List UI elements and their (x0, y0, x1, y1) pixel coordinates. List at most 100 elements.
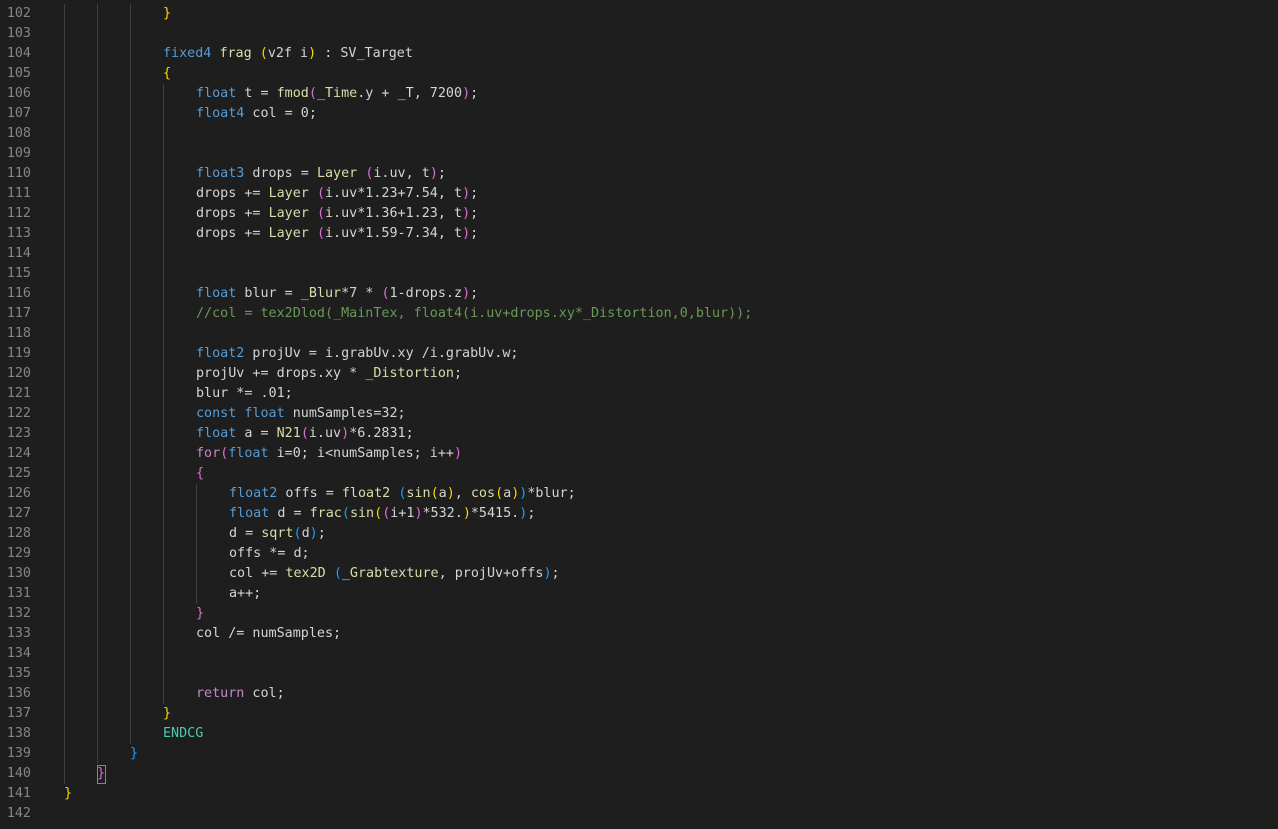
line-number: 128 (6, 526, 31, 541)
code-text: blur *= .01; (196, 384, 293, 404)
code-line[interactable]: 102} (0, 4, 1278, 24)
code-line[interactable]: 139} (0, 744, 1278, 764)
code-token: ( (374, 506, 383, 521)
code-line[interactable]: 121 blur *= .01; (0, 384, 1278, 404)
line-number: 104 (6, 46, 31, 61)
code-text: float3 drops = Layer (i.uv, t); (196, 164, 446, 184)
code-token: cos (470, 486, 496, 501)
code-text: float d = frac(sin((i+1)*532.)*5415.); (229, 504, 535, 524)
line-number: 103 (6, 26, 31, 41)
line-number: 114 (6, 246, 31, 261)
code-line[interactable]: 111 drops += Layer (i.uv*1.23+7.54, t); (0, 184, 1278, 204)
line-number: 126 (6, 486, 31, 501)
code-line[interactable]: 131 a++; (0, 584, 1278, 604)
code-line[interactable]: 106 float t = fmod(_Time.y + _T, 7200); (0, 84, 1278, 104)
code-line[interactable]: 107 float4 col = 0; (0, 104, 1278, 124)
code-token: ) (309, 526, 318, 541)
code-line[interactable]: 119 float2 projUv = i.grabUv.xy /i.grabUv… (0, 344, 1278, 364)
code-line[interactable]: 114 (0, 244, 1278, 264)
code-line[interactable]: 130 col += tex2D (_Grabtexture, projUv+of… (0, 564, 1278, 584)
code-token: tex2D (285, 566, 326, 581)
code-token: drops = (244, 166, 317, 181)
code-line[interactable]: 125 { (0, 464, 1278, 484)
code-token: , projUv+offs (438, 566, 544, 581)
code-line[interactable]: 105 { (0, 64, 1278, 84)
code-line[interactable]: 141} (0, 784, 1278, 804)
code-token: ENDCG (163, 726, 204, 741)
code-line[interactable]: 120 projUv += drops.xy * _Distortion; (0, 364, 1278, 384)
code-line[interactable]: 138 ENDCG (0, 724, 1278, 744)
code-line[interactable]: 132} (0, 604, 1278, 624)
line-number: 130 (6, 566, 31, 581)
code-token: ; (317, 526, 326, 541)
code-line[interactable]: 110 float3 drops = Layer (i.uv, t); (0, 164, 1278, 184)
code-line[interactable]: 115 (0, 264, 1278, 284)
code-line[interactable]: 108 (0, 124, 1278, 144)
line-number: 108 (6, 126, 31, 141)
code-token: blur = (236, 286, 301, 301)
code-token: offs *= d; (229, 546, 310, 561)
line-number: 123 (6, 426, 31, 441)
code-line[interactable]: 117 //col = tex2Dlod(_MainTex, float4(i.u… (0, 304, 1278, 324)
code-token: *6.2831; (349, 426, 414, 441)
code-token: float (244, 406, 285, 421)
code-token: d = (229, 526, 262, 541)
line-number: 140 (6, 766, 31, 781)
code-line[interactable]: 129 offs *= d; (0, 544, 1278, 564)
code-line[interactable]: 104 fixed4 frag (v2f i) : SV_Target (0, 44, 1278, 64)
code-token: fixed4 (163, 46, 212, 61)
code-line[interactable]: 116 float blur = _Blur*7 * (1-drops.z); (0, 284, 1278, 304)
code-text: } (130, 744, 138, 764)
code-token: return (196, 686, 245, 701)
code-token: , 7200 (413, 86, 463, 101)
code-token: a++; (229, 586, 262, 601)
code-token: *blur; (527, 486, 576, 501)
code-line[interactable]: 134 (0, 644, 1278, 664)
code-token: ) (429, 166, 438, 181)
code-line[interactable]: 142 (0, 804, 1278, 824)
code-token: float2 (196, 346, 245, 361)
code-line[interactable]: 140} (0, 764, 1278, 784)
code-line[interactable]: 137} (0, 704, 1278, 724)
code-line[interactable]: 123 float a = N21(i.uv)*6.2831; (0, 424, 1278, 444)
code-token: ; (470, 286, 479, 301)
line-number: 107 (6, 106, 31, 121)
code-token: projUv += drops.xy * (196, 366, 366, 381)
code-token: ( (259, 46, 268, 61)
code-line[interactable]: 127 float d = frac(sin((i+1)*532.)*5415.)… (0, 504, 1278, 524)
code-token: { (196, 466, 205, 481)
code-line[interactable]: 135 (0, 664, 1278, 684)
code-line[interactable]: 109 (0, 144, 1278, 164)
code-token: Layer (268, 186, 309, 201)
code-token: drops += (196, 186, 269, 201)
code-text: } (64, 784, 72, 804)
code-token: } (163, 706, 172, 721)
line-number: 129 (6, 546, 31, 561)
code-token: i+1 (390, 506, 415, 521)
code-token: col += (229, 566, 286, 581)
code-token: Layer (268, 206, 309, 221)
line-number: 136 (6, 686, 31, 701)
code-line[interactable]: 128 d = sqrt(d); (0, 524, 1278, 544)
code-line[interactable]: 103 (0, 24, 1278, 44)
code-line[interactable]: 133 col /= numSamples; (0, 624, 1278, 644)
code-text: float2 projUv = i.grabUv.xy /i.grabUv.w; (196, 344, 518, 364)
code-line[interactable]: 122 const float numSamples=32; (0, 404, 1278, 424)
code-token: ; (437, 166, 446, 181)
code-line[interactable]: 113 drops += Layer (i.uv*1.59-7.34, t); (0, 224, 1278, 244)
code-line[interactable]: 118 (0, 324, 1278, 344)
code-text: offs *= d; (229, 544, 310, 564)
code-line[interactable]: 112 drops += Layer (i.uv*1.36+1.23, t); (0, 204, 1278, 224)
code-token: ; (551, 566, 560, 581)
code-token: a = (236, 426, 277, 441)
code-token: sin (349, 506, 375, 521)
code-line[interactable]: 124 for(float i=0; i<numSamples; i++) (0, 444, 1278, 464)
code-token: ( (333, 566, 342, 581)
code-token: } (130, 746, 139, 761)
line-number: 125 (6, 466, 31, 481)
code-editor[interactable]: 102} 103 104 fixed4 frag (v2f i) : SV_Targe… (0, 0, 1278, 829)
code-line[interactable]: 136 return col; (0, 684, 1278, 704)
code-token: float (228, 446, 269, 461)
code-line[interactable]: 126 float2 offs = float2 (sin(a), cos(a))… (0, 484, 1278, 504)
